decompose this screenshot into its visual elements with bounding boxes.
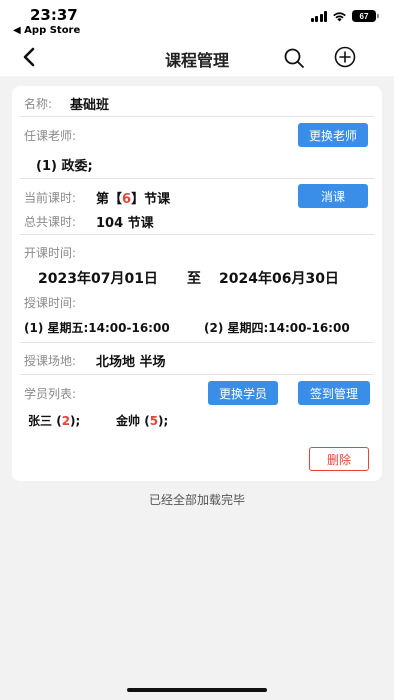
teacher-label: 任课老师: [24, 129, 77, 143]
student-name: 张三 [28, 414, 53, 428]
divider [20, 342, 374, 343]
search-icon[interactable] [282, 46, 306, 70]
current-hours-number: 6 [122, 192, 132, 207]
back-chevron-icon[interactable] [18, 45, 42, 69]
student-count: 5 [149, 414, 159, 428]
cancel-class-button[interactable]: 消课 [298, 184, 368, 208]
date-separator: 至 [187, 271, 201, 287]
wifi-icon [333, 11, 346, 21]
load-complete-text: 已经全部加载完毕 [148, 493, 245, 507]
status-time: 23:37 [30, 6, 78, 24]
class-time-label: 授课时间: [24, 296, 77, 310]
course-name: 基础班 [70, 98, 110, 113]
current-hours-suffix: 】节课 [131, 192, 171, 207]
current-hours-value: 第【6】节课 [96, 188, 170, 207]
nav-bar: 课程管理 [0, 40, 394, 76]
divider [20, 234, 374, 235]
student-name: 金帅 [116, 414, 141, 428]
current-hours-label: 当前课时: [24, 191, 77, 205]
status-bar: 23:37 ◀ App Store 67 [0, 0, 394, 40]
signal-icon [310, 10, 327, 22]
student-count: 2 [61, 414, 71, 428]
current-hours-prefix: 第【 [96, 192, 123, 207]
course-card: 名称: 基础班 任课老师: 更换老师 (1) 政委; 当前课时: 第【6】节课 … [12, 86, 382, 481]
battery-level: 67 [359, 11, 369, 21]
student-item: 金帅 (5); [116, 414, 169, 428]
end-date: 2024年06月30日 [219, 271, 339, 287]
students-label: 学员列表: [24, 387, 77, 401]
start-date: 2023年07月01日 [38, 271, 158, 287]
student-item: 张三 (2); [28, 414, 81, 428]
name-label: 名称: [24, 97, 53, 111]
total-hours-value: 104 节课 [96, 216, 154, 231]
divider [20, 374, 374, 375]
class-time-2: (2) 星期四:14:00-16:00 [204, 321, 350, 335]
total-hours-label: 总共课时: [24, 215, 77, 229]
teacher-value: (1) 政委; [36, 159, 93, 174]
divider [20, 116, 374, 117]
venue-label: 授课场地: [24, 354, 77, 368]
delete-button[interactable]: 删除 [309, 447, 369, 471]
add-circle-icon[interactable] [333, 45, 357, 69]
start-time-label: 开课时间: [24, 246, 77, 260]
status-icons: 67 [310, 10, 379, 22]
attendance-management-button[interactable]: 签到管理 [298, 381, 370, 405]
home-indicator [127, 688, 267, 692]
change-teacher-button[interactable]: 更换老师 [298, 123, 368, 147]
change-students-button[interactable]: 更换学员 [208, 381, 278, 405]
back-to-app-store-link[interactable]: ◀ App Store [13, 25, 80, 36]
battery-icon: 67 [352, 10, 379, 22]
divider [20, 178, 374, 179]
venue-value: 北场地 半场 [96, 355, 166, 370]
class-time-1: (1) 星期五:14:00-16:00 [24, 321, 170, 335]
